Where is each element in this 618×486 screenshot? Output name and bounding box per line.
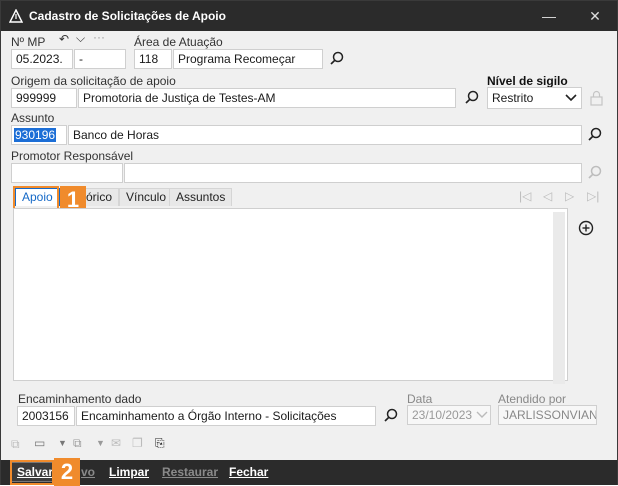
search-icon[interactable] [328, 50, 346, 68]
data-value: 23/10/2023 [412, 408, 473, 422]
chevron-down-icon [476, 411, 488, 418]
np-field-2[interactable]: - [74, 49, 126, 69]
chevron-down-icon [565, 94, 577, 102]
area-label: Área de Atuação [134, 35, 223, 49]
record-navigator: |◁ ◁ ▷ ▷| [517, 189, 603, 205]
origem-label: Origem da solicitação de apoio [11, 74, 176, 88]
promotor-label: Promotor Responsável [11, 149, 134, 163]
vertical-scrollbar[interactable] [553, 212, 565, 384]
encaminhamento-code-field[interactable]: 2003156 [17, 406, 75, 426]
close-icon[interactable]: ✕ [584, 5, 606, 27]
origem-code-field[interactable]: 999999 [11, 88, 77, 108]
window-title: Cadastro de Solicitações de Apoio [29, 9, 226, 23]
previous-record-icon[interactable]: ◁ [543, 189, 552, 203]
assunto-label: Assunto [11, 111, 55, 125]
add-document-icon[interactable]: ⧉ [11, 437, 20, 452]
search-icon[interactable] [586, 164, 604, 182]
chevron-down-icon[interactable]: ▼ [58, 438, 67, 448]
export-document-icon[interactable]: ⎘ [155, 436, 165, 451]
warning-triangle-icon [9, 9, 23, 23]
chevron-down-icon[interactable]: ⌵ [76, 31, 85, 46]
assunto-name-field[interactable]: Banco de Horas [68, 125, 582, 145]
title-bar: Cadastro de Solicitações de Apoio — ✕ [1, 1, 617, 31]
np-label: Nº MP [11, 35, 46, 49]
clear-button[interactable]: Limpar [109, 465, 149, 479]
first-record-icon[interactable]: |◁ [519, 189, 531, 203]
encaminhamento-label: Encaminhamento dado [18, 392, 142, 406]
search-icon[interactable] [463, 89, 481, 107]
last-record-icon[interactable]: ▷| [587, 189, 599, 203]
tab-assuntos[interactable]: Assuntos [169, 188, 233, 206]
search-icon[interactable] [382, 407, 400, 425]
assunto-code-selected: 930196 [14, 128, 57, 142]
assunto-code-field[interactable]: 930196 [11, 125, 67, 145]
duplicate-icon[interactable]: ❐ [132, 436, 143, 450]
data-label: Data [407, 392, 433, 406]
lock-icon[interactable] [588, 89, 606, 107]
np-field-1[interactable]: 05.2023. [11, 49, 73, 69]
promotor-code-field[interactable] [11, 163, 123, 183]
atendido-label: Atendido por [498, 392, 567, 406]
more-icon[interactable]: ··· [93, 30, 105, 44]
folder-icon[interactable]: ▭ [34, 436, 45, 450]
add-circle-icon[interactable] [577, 219, 595, 237]
promotor-name-field[interactable] [124, 163, 582, 183]
next-record-icon[interactable]: ▷ [565, 189, 574, 203]
restore-button[interactable]: Restaurar [162, 465, 218, 479]
origem-name-field[interactable]: Promotoria de Justiça de Testes-AM [78, 88, 456, 108]
sigilo-label: Nível de sigilo [487, 74, 568, 88]
undo-icon[interactable]: ↶ [59, 32, 69, 46]
area-code-field[interactable]: 118 [134, 49, 172, 69]
new-button[interactable]: vo [81, 465, 95, 479]
encaminhamento-name-field[interactable]: Encaminhamento a Órgão Interno - Solicit… [76, 406, 376, 426]
step-badge-2: 2 [54, 458, 80, 486]
sigilo-value: Restrito [492, 91, 534, 105]
action-bar: Salvar vo Limpar Restaurar Fechar [1, 460, 617, 485]
sigilo-select[interactable]: Restrito [487, 87, 582, 109]
save-highlight-box [10, 460, 54, 485]
close-button[interactable]: Fechar [229, 465, 268, 479]
search-icon[interactable] [586, 126, 604, 144]
apoio-panel[interactable] [13, 208, 568, 381]
area-name-field[interactable]: Programa Recomeçar [173, 49, 323, 69]
minimize-icon[interactable]: — [538, 5, 560, 27]
copy-document-icon[interactable]: ⧉ [73, 436, 82, 451]
main-window: Cadastro de Solicitações de Apoio — ✕ Nº… [0, 0, 618, 486]
open-folder-icon[interactable]: ✉ [111, 436, 121, 450]
chevron-down-icon[interactable]: ▼ [96, 438, 105, 448]
tab-vinculo[interactable]: Vínculo [119, 188, 174, 206]
atendido-field: JARLISSONVIANA [498, 405, 597, 425]
